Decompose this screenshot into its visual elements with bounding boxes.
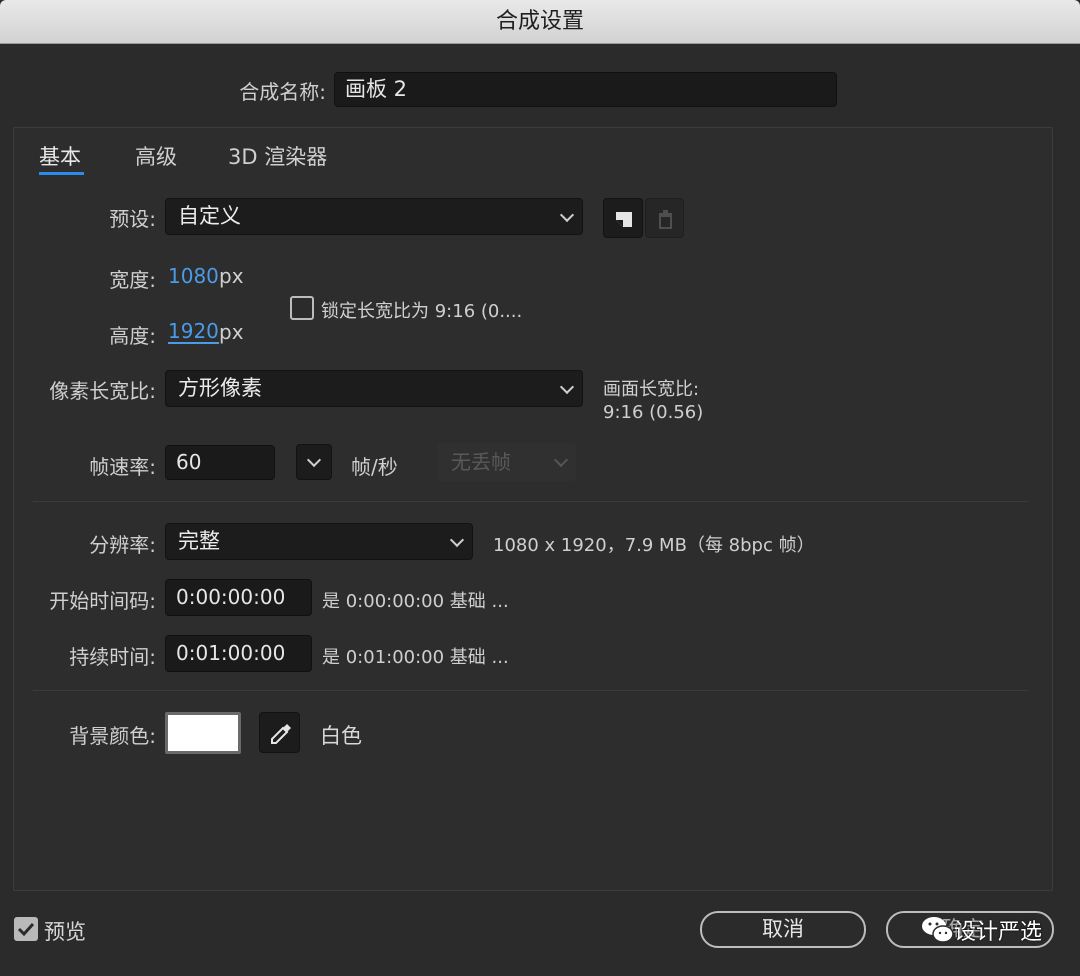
frame-rate-unit: 帧/秒 <box>351 455 398 479</box>
background-color-label: 背景颜色: <box>69 724 156 748</box>
background-color-swatch[interactable] <box>165 712 241 754</box>
duration-label: 持续时间: <box>69 645 156 669</box>
height-unit: px <box>219 320 244 344</box>
wechat-logo-icon <box>922 917 954 943</box>
eyedropper-icon <box>271 724 291 744</box>
delete-preset-button[interactable] <box>645 198 684 238</box>
tab-basic[interactable]: 基本 <box>39 141 81 171</box>
comp-name-label: 合成名称: <box>239 80 326 104</box>
frame-rate-label: 帧速率: <box>89 455 156 479</box>
preview-checkbox[interactable] <box>14 917 38 941</box>
resolution-info: 1080 x 1920，7.9 MB（每 8bpc 帧） <box>493 535 815 556</box>
pixel-aspect-label: 像素长宽比: <box>49 379 156 403</box>
width-label: 宽度: <box>109 268 156 292</box>
resolution-value: 完整 <box>178 529 220 553</box>
preview-label: 预览 <box>44 920 86 944</box>
start-timecode-label: 开始时间码: <box>49 589 156 613</box>
active-tab-indicator <box>39 172 84 175</box>
chevron-down-icon <box>306 452 322 468</box>
width-unit: px <box>219 264 244 288</box>
start-timecode-input[interactable]: 0:00:00:00 <box>165 579 312 616</box>
pixel-aspect-dropdown[interactable]: 方形像素 <box>165 370 583 407</box>
watermark-text: 设计严选 <box>954 920 1043 945</box>
width-value[interactable]: 1080 <box>168 264 219 288</box>
frame-rate-dropdown[interactable] <box>296 444 332 480</box>
preset-dropdown[interactable]: 自定义 <box>165 198 583 235</box>
trash-icon <box>659 210 672 229</box>
frame-aspect-label: 画面长宽比: <box>603 379 700 400</box>
chevron-down-icon <box>559 379 575 394</box>
divider <box>33 501 1028 502</box>
chevron-down-icon <box>559 207 575 222</box>
start-timecode-info: 是 0:00:00:00 基础 ... <box>322 591 509 612</box>
drop-frame-dropdown[interactable]: 无丢帧 <box>437 443 576 481</box>
watermark: 设计严选 <box>918 912 1058 948</box>
eyedropper-button[interactable] <box>259 712 300 753</box>
preset-label: 预设: <box>109 207 156 231</box>
height-label: 高度: <box>109 324 156 348</box>
tab-advanced[interactable]: 高级 <box>135 141 177 171</box>
duration-info: 是 0:01:00:00 基础 ... <box>322 647 509 668</box>
save-preset-button[interactable] <box>603 198 643 238</box>
chevron-down-icon <box>553 452 569 468</box>
save-preset-icon <box>616 212 632 227</box>
resolution-label: 分辨率: <box>89 533 156 557</box>
cancel-button[interactable]: 取消 <box>700 911 866 948</box>
frame-rate-input[interactable]: 60 <box>165 445 275 480</box>
chevron-down-icon <box>449 532 465 547</box>
pixel-aspect-value: 方形像素 <box>178 376 262 400</box>
drop-frame-value: 无丢帧 <box>451 450 511 474</box>
divider <box>33 690 1028 691</box>
tab-3d-renderer[interactable]: 3D 渲染器 <box>228 141 327 171</box>
settings-panel <box>13 127 1053 891</box>
checkmark-icon <box>17 922 35 937</box>
background-color-name: 白色 <box>320 724 362 748</box>
preset-value: 自定义 <box>178 204 241 228</box>
lock-aspect-checkbox[interactable] <box>290 296 314 320</box>
comp-name-input[interactable]: 画板 2 <box>334 72 837 107</box>
duration-input[interactable]: 0:01:00:00 <box>165 635 312 672</box>
lock-aspect-label: 锁定长宽比为 9:16 (0.... <box>321 301 523 322</box>
resolution-dropdown[interactable]: 完整 <box>165 523 473 560</box>
frame-aspect-value: 9:16 (0.56) <box>603 402 704 423</box>
window-title: 合成设置 <box>0 0 1080 44</box>
height-value[interactable]: 1920 <box>168 320 219 344</box>
